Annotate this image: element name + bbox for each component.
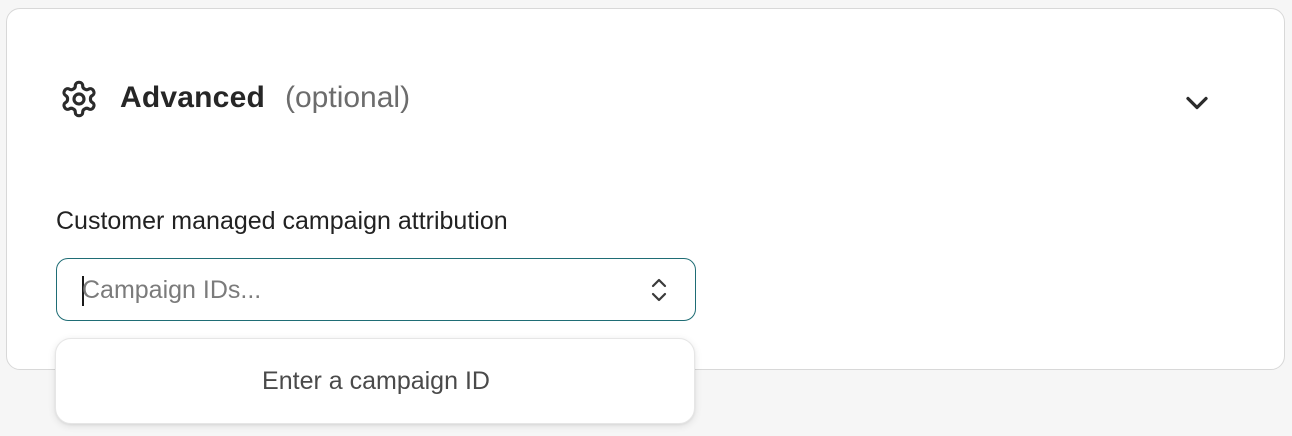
campaign-ids-dropdown: Enter a campaign ID xyxy=(55,338,695,424)
chevron-up-down-icon[interactable] xyxy=(647,275,671,305)
campaign-attribution-label: Customer managed campaign attribution xyxy=(56,207,508,235)
section-title: Advanced xyxy=(120,81,265,114)
campaign-ids-input[interactable] xyxy=(82,269,642,311)
dropdown-empty-message: Enter a campaign ID xyxy=(262,367,490,395)
advanced-section-toggle[interactable]: Advanced (optional) xyxy=(7,9,1286,189)
campaign-ids-combobox[interactable] xyxy=(56,258,696,321)
section-optional-label: (optional) xyxy=(285,81,411,114)
chevron-down-icon[interactable] xyxy=(1179,85,1215,121)
gear-icon xyxy=(62,80,96,118)
advanced-settings-card: Advanced (optional) Customer managed cam… xyxy=(6,8,1285,370)
